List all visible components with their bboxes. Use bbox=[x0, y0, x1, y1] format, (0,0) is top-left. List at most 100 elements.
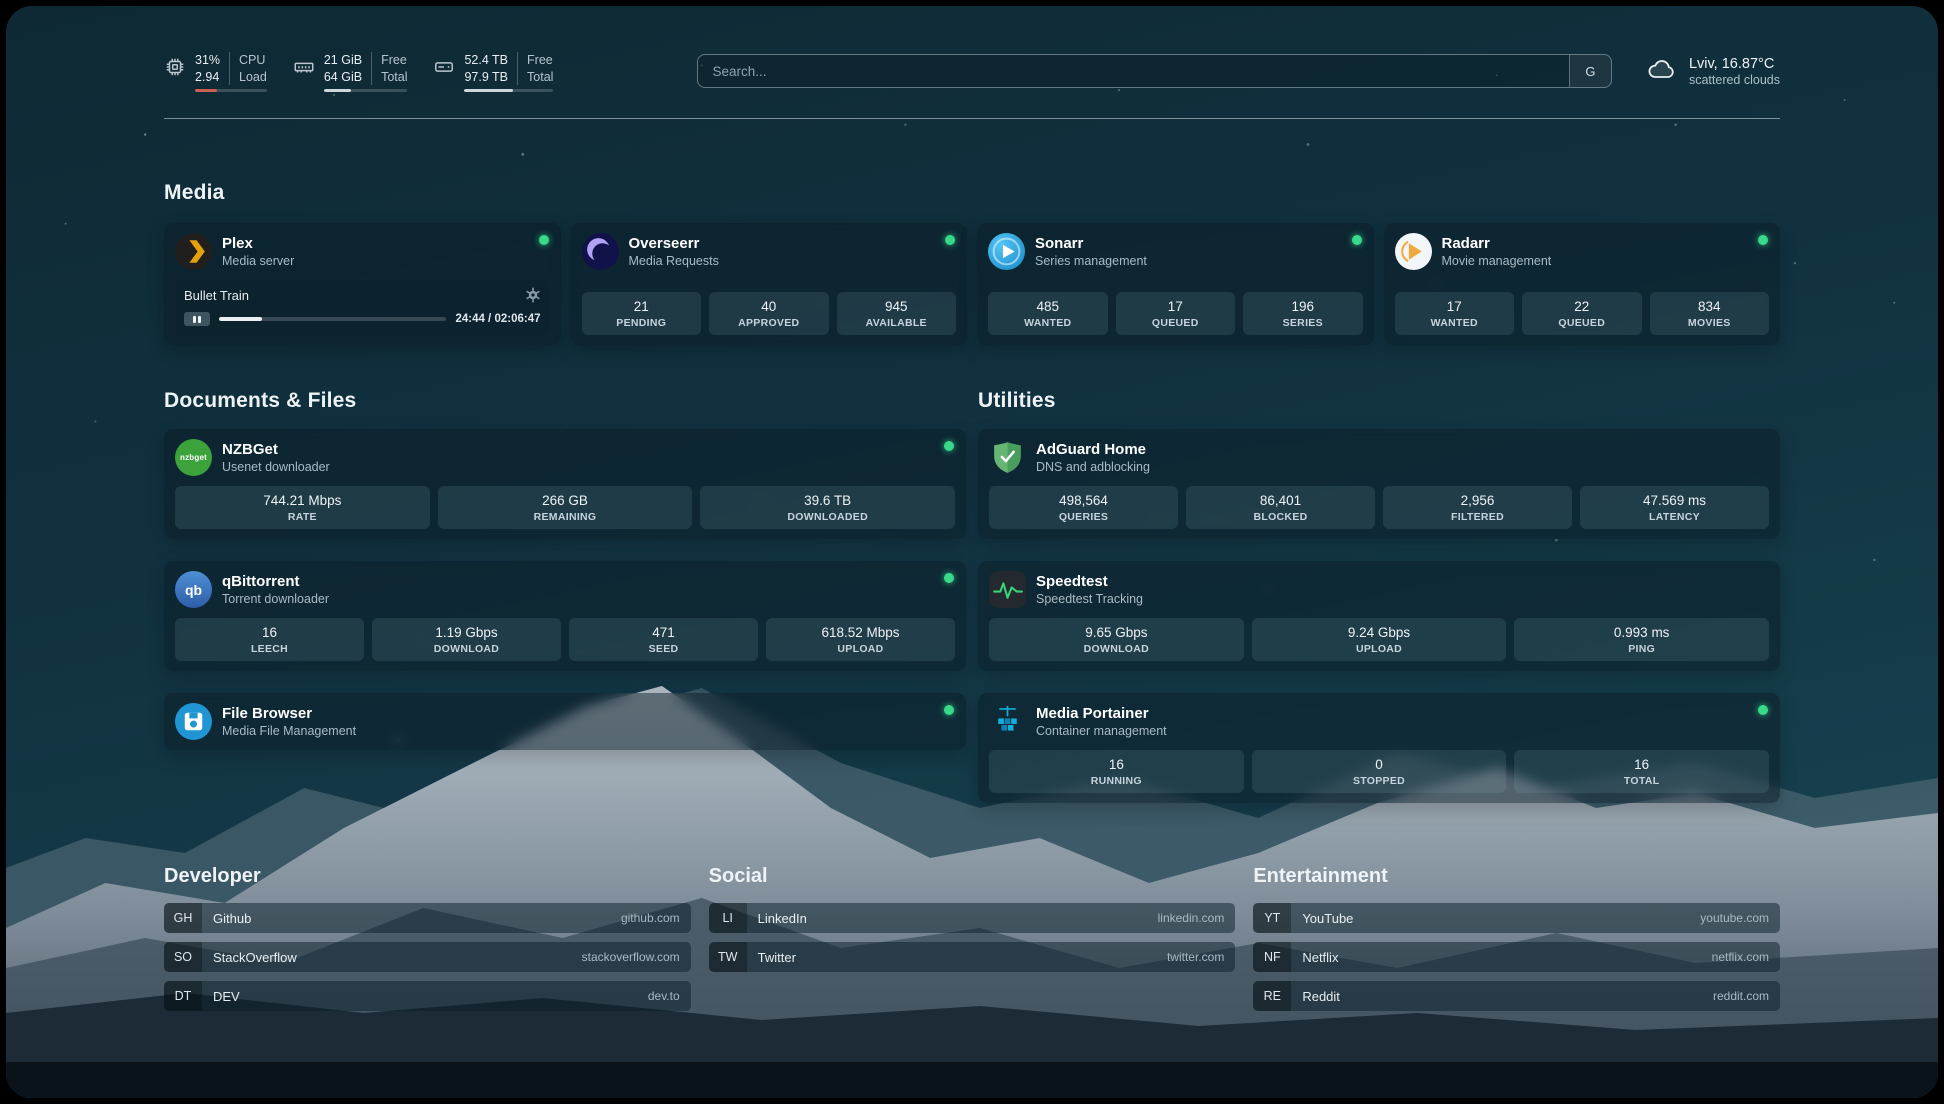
stat: 0.993 ms PING bbox=[1514, 618, 1769, 661]
stat-value: 485 bbox=[992, 299, 1104, 314]
stat-label: MOVIES bbox=[1654, 317, 1766, 329]
card-radarr[interactable]: Radarr Movie management 17 WANTED 22 QUE… bbox=[1384, 223, 1781, 345]
app-title: NZBGet bbox=[222, 441, 330, 458]
card-qbittorrent[interactable]: qb qBittorrent Torrent downloader 16 LEE… bbox=[164, 561, 966, 671]
stat: 16 TOTAL bbox=[1514, 750, 1769, 793]
bookmark-url: twitter.com bbox=[1167, 950, 1224, 964]
stat-label: PING bbox=[1518, 643, 1765, 655]
stat-label: PENDING bbox=[586, 317, 698, 329]
status-indicator bbox=[944, 573, 954, 583]
stat-label: REMAINING bbox=[442, 511, 689, 523]
bookmark-twitter[interactable]: TW Twitter twitter.com bbox=[709, 942, 1236, 972]
bookmark-name: Twitter bbox=[758, 950, 796, 965]
speedtest-icon bbox=[989, 571, 1026, 608]
stat: 9.24 Gbps UPLOAD bbox=[1252, 618, 1507, 661]
section-documents: Documents & Files nzbget NZBGet Usenet d… bbox=[164, 389, 966, 750]
stat: 47.569 ms LATENCY bbox=[1580, 486, 1769, 529]
stat-value: 196 bbox=[1247, 299, 1359, 314]
gear-icon[interactable] bbox=[525, 287, 541, 303]
stat-value: 834 bbox=[1654, 299, 1766, 314]
stat: 86,401 BLOCKED bbox=[1186, 486, 1375, 529]
cpu-progressbar bbox=[195, 89, 267, 92]
bookmark-netflix[interactable]: NF Netflix netflix.com bbox=[1253, 942, 1780, 972]
stat-label: UPLOAD bbox=[770, 643, 951, 655]
card-portainer[interactable]: Media Portainer Container management 16 … bbox=[978, 693, 1780, 803]
cpu-widget: 31% CPU 2.94 Load bbox=[164, 50, 267, 92]
stat-value: 266 GB bbox=[442, 493, 689, 508]
status-indicator bbox=[539, 235, 549, 245]
stat: 945 AVAILABLE bbox=[837, 292, 957, 335]
card-sonarr[interactable]: Sonarr Series management 485 WANTED 17 Q… bbox=[977, 223, 1374, 345]
disk-free-value: 52.4 TB bbox=[464, 52, 517, 68]
search-provider-button[interactable]: G bbox=[1569, 55, 1611, 87]
bookmark-abbr: NF bbox=[1253, 942, 1291, 972]
bookmark-group-developer: Developer GH Github github.com SO StackO… bbox=[164, 865, 691, 1020]
stat-value: 39.6 TB bbox=[704, 493, 951, 508]
memory-free-value: 21 GiB bbox=[324, 52, 371, 68]
card-nzbget[interactable]: nzbget NZBGet Usenet downloader 744.21 M… bbox=[164, 429, 966, 539]
stat: 2,956 FILTERED bbox=[1383, 486, 1572, 529]
stat-label: WANTED bbox=[992, 317, 1104, 329]
memory-total-label: Total bbox=[371, 69, 407, 85]
card-speedtest[interactable]: Speedtest Speedtest Tracking 9.65 Gbps D… bbox=[978, 561, 1780, 671]
stat-label: APPROVED bbox=[713, 317, 825, 329]
playback-progressbar bbox=[219, 317, 446, 321]
app-subtitle: Media File Management bbox=[222, 724, 356, 738]
stat-value: 471 bbox=[573, 625, 754, 640]
bookmark-group-title: Entertainment bbox=[1253, 865, 1780, 888]
plex-icon bbox=[175, 233, 212, 270]
pause-button[interactable] bbox=[184, 312, 210, 326]
bookmark-url: linkedin.com bbox=[1158, 911, 1225, 925]
bookmark-abbr: DT bbox=[164, 981, 202, 1011]
bookmark-abbr: LI bbox=[709, 903, 747, 933]
disk-progressbar bbox=[464, 89, 553, 92]
bookmark-linkedin[interactable]: LI LinkedIn linkedin.com bbox=[709, 903, 1236, 933]
bookmark-dev[interactable]: DT DEV dev.to bbox=[164, 981, 691, 1011]
stat: 471 SEED bbox=[569, 618, 758, 661]
disk-widget: 52.4 TB Free 97.9 TB Total bbox=[433, 50, 553, 92]
card-filebrowser[interactable]: File Browser Media File Management bbox=[164, 693, 966, 750]
bookmark-name: YouTube bbox=[1302, 911, 1353, 926]
stat: 744.21 Mbps RATE bbox=[175, 486, 430, 529]
stat-value: 618.52 Mbps bbox=[770, 625, 951, 640]
memory-free-label: Free bbox=[371, 52, 407, 68]
app-title: qBittorrent bbox=[222, 573, 329, 590]
cpu-icon bbox=[164, 56, 186, 78]
bookmark-github[interactable]: GH Github github.com bbox=[164, 903, 691, 933]
card-adguard[interactable]: AdGuard Home DNS and adblocking 498,564 … bbox=[978, 429, 1780, 539]
bookmark-abbr: RE bbox=[1253, 981, 1291, 1011]
search-input[interactable] bbox=[698, 55, 1569, 87]
stat-label: RUNNING bbox=[993, 775, 1240, 787]
bookmark-url: github.com bbox=[621, 911, 680, 925]
cpu-label: CPU bbox=[229, 52, 267, 68]
bookmark-stackoverflow[interactable]: SO StackOverflow stackoverflow.com bbox=[164, 942, 691, 972]
weather-widget: Lviv, 16.87°C scattered clouds bbox=[1646, 55, 1780, 88]
app-title: Plex bbox=[222, 235, 294, 252]
section-utilities: Utilities bbox=[978, 389, 1780, 803]
portainer-icon bbox=[989, 703, 1026, 740]
bookmark-url: stackoverflow.com bbox=[582, 950, 680, 964]
qbittorrent-icon: qb bbox=[175, 571, 212, 608]
app-title: Media Portainer bbox=[1036, 705, 1167, 722]
stat: 17 WANTED bbox=[1395, 292, 1515, 335]
stat-value: 16 bbox=[993, 757, 1240, 772]
stat-value: 744.21 Mbps bbox=[179, 493, 426, 508]
bookmark-group-title: Developer bbox=[164, 865, 691, 888]
stat-label: STOPPED bbox=[1256, 775, 1503, 787]
card-overseerr[interactable]: Overseerr Media Requests 21 PENDING 40 A… bbox=[571, 223, 968, 345]
overseerr-icon bbox=[582, 233, 619, 270]
memory-total-value: 64 GiB bbox=[324, 69, 371, 85]
bookmark-reddit[interactable]: RE Reddit reddit.com bbox=[1253, 981, 1780, 1011]
stat-label: LEECH bbox=[179, 643, 360, 655]
disk-total-value: 97.9 TB bbox=[464, 69, 517, 85]
bookmark-url: netflix.com bbox=[1712, 950, 1769, 964]
app-subtitle: Speedtest Tracking bbox=[1036, 592, 1143, 606]
now-playing-panel: Bullet Train bbox=[175, 280, 550, 335]
card-plex[interactable]: Plex Media server Bullet Train bbox=[164, 223, 561, 345]
stat-value: 2,956 bbox=[1387, 493, 1568, 508]
status-indicator bbox=[1352, 235, 1362, 245]
sonarr-icon bbox=[988, 233, 1025, 270]
bookmark-youtube[interactable]: YT YouTube youtube.com bbox=[1253, 903, 1780, 933]
stat-label: SERIES bbox=[1247, 317, 1359, 329]
app-title: AdGuard Home bbox=[1036, 441, 1150, 458]
